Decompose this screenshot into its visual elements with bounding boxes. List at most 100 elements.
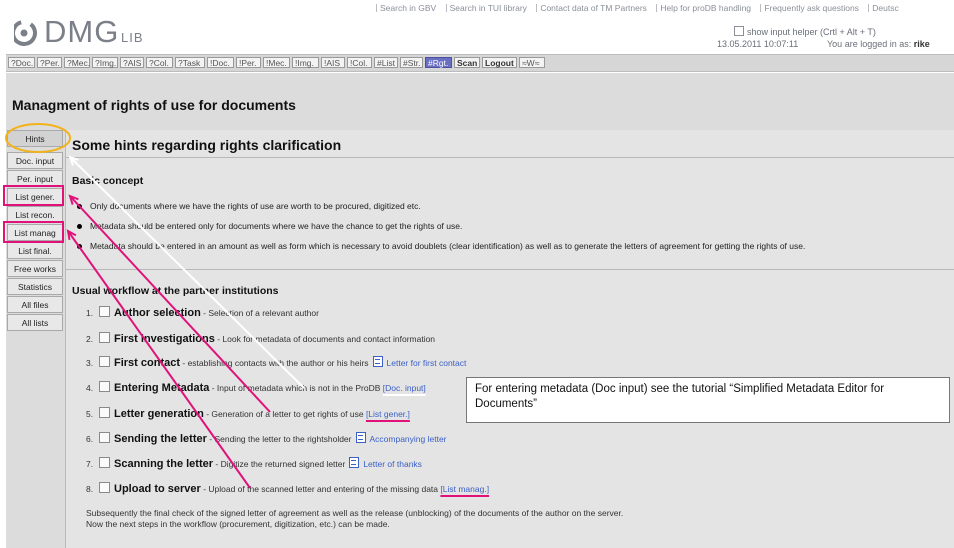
input-helper-label: show input helper (Crtl + Alt + T) [747,27,876,37]
step-number: 3. [86,358,94,368]
toolbar: ?Doc. ?Per. ?Mec. ?Img. ?AIS ?Col. ?Task !Doc.!… [6,54,954,72]
step-checkbox[interactable] [99,381,110,392]
toolbar-button-task[interactable]: ?Task [175,57,205,68]
sidebar-item-listgener[interactable]: List gener. [7,188,63,205]
step-title: Scanning the letter [114,458,214,470]
sidebar-item-listmanag[interactable]: List manag [7,224,63,241]
sidebar-item-hints[interactable]: Hints [7,130,63,147]
link-help[interactable]: Help for proDB handling [656,3,751,13]
toolbar-button-logout[interactable]: Logout [482,57,517,68]
step-checkbox[interactable] [99,482,110,493]
logged-in-user: rike [913,39,930,49]
toolbar-button-doc[interactable]: ?Doc. [8,57,35,68]
sidebar-item-allfiles[interactable]: All files [7,296,63,313]
document-icon[interactable] [349,457,360,468]
toolbar-button-rgt[interactable]: #Rgt. [425,57,452,68]
sidebar-item-listrecon[interactable]: List recon. [7,206,63,223]
sidebar: Hints Doc. input Per. input List gener. List… [7,130,63,342]
step-link[interactable]: Letter of thanks [363,459,422,469]
step-link[interactable]: Accompanying letter [370,434,447,444]
toolbar-button-str[interactable]: #Str. [400,57,423,68]
step-checkbox[interactable] [99,457,110,468]
toolbar-button-doc[interactable]: !Doc. [207,57,234,68]
bullet-item: Only documents where we have the rights … [77,201,421,211]
workflow-step: 2. First investigations - Look for metada… [86,332,435,346]
document-icon[interactable] [372,356,383,367]
toolbar-button-mec[interactable]: !Mec. [263,57,290,68]
step-description: - Upload of the scanned letter and enter… [200,484,439,494]
divider [66,157,954,158]
link-faq[interactable]: Frequently ask questions [760,3,859,13]
toolbar-button-ais[interactable]: ?AIS [120,57,144,68]
step-checkbox[interactable] [99,407,110,418]
step-checkbox[interactable] [99,306,110,317]
workflow-step: 1. Author selection - Selection of a rele… [86,306,319,320]
divider [66,269,954,270]
sidebar-item-freeworks[interactable]: Free works [7,260,63,277]
step-number: 8. [86,484,94,494]
step-link[interactable]: [List gener.] [366,409,410,419]
toolbar-button-img[interactable]: !Img. [292,57,319,68]
step-number: 2. [86,334,94,344]
step-description: - Input of metadata which is not in the … [209,383,381,393]
step-description: - Generation of a letter to get rights o… [203,409,364,419]
logo-subtext: LIB [121,30,144,45]
step-number: 5. [86,409,94,419]
tutorial-callout: For entering metadata (Doc input) see th… [466,377,950,423]
step-description: - Look for metadata of documents and con… [214,334,436,344]
toolbar-button-list[interactable]: #List [374,57,398,68]
sidebar-item-listfinal[interactable]: List final. [7,242,63,259]
step-title: Entering Metadata [114,382,210,394]
bullet-item: Metadata should be entered only for docu… [76,221,463,231]
step-number: 7. [86,459,94,469]
document-icon[interactable] [355,432,366,443]
dmg-lib-logo[interactable]: DMG LIB [11,14,184,52]
workflow-step: 8. Upload to server - Upload of the scann… [86,482,489,496]
sidebar-item-alllists[interactable]: All lists [7,314,63,331]
logged-in-label: You are logged in as: [827,39,912,49]
sidebar-item-statistics[interactable]: Statistics [7,278,63,295]
step-number: 4. [86,383,94,393]
final-text-line: Subsequently the final check of the sign… [86,508,624,518]
toolbar-button-ais[interactable]: !AIS [321,57,345,68]
step-number: 6. [86,434,94,444]
input-helper-toggle[interactable]: show input helper (Crtl + Alt + T) [734,26,876,37]
sidebar-item-perinput[interactable]: Per. input [7,170,63,187]
step-title: Upload to server [114,483,201,495]
workflow-heading: Usual workflow at the partner institutio… [72,285,279,297]
step-link[interactable]: [List manag.] [440,484,489,494]
workflow-step: 4. Entering Metadata - Input of metadata … [86,381,426,395]
sidebar-item-docinput[interactable]: Doc. input [7,152,63,169]
toolbar-button-col[interactable]: !Col. [347,57,372,68]
link-search-tui[interactable]: Search in TUI library [446,3,527,13]
workflow-final-text: Subsequently the final check of the sign… [86,508,623,530]
page-title: Managment of rights of use for documents [12,97,296,113]
toolbar-button-w[interactable]: ≈W≈ [519,57,545,68]
workflow-step: 7. Scanning the letter - Digitize the ret… [86,457,422,471]
workflow-step: 3. First contact - establishing contacts … [86,356,466,370]
link-search-gbv[interactable]: Search in GBV [376,3,436,13]
link-deutsch[interactable]: Deutsc [868,3,898,13]
step-link[interactable]: Letter for first contact [387,358,467,368]
logo-text: DMG [44,14,120,49]
step-title: Sending the letter [114,433,207,445]
step-title: First investigations [114,333,215,345]
workflow-step: 5. Letter generation - Generation of a le… [86,407,410,421]
step-checkbox[interactable] [99,332,110,343]
toolbar-button-col[interactable]: ?Col. [146,57,173,68]
step-checkbox[interactable] [99,432,110,443]
step-checkbox[interactable] [99,356,110,367]
hints-heading: Some hints regarding rights clarificatio… [72,137,342,153]
step-link[interactable]: [Doc. input] [383,383,426,393]
toolbar-button-img[interactable]: ?Img. [92,57,118,68]
step-title: First contact [114,357,181,369]
step-description: - Digitize the returned signed letter [213,459,346,469]
toolbar-button-scan[interactable]: Scan [454,57,480,68]
toolbar-button-per[interactable]: ?Per. [37,57,62,68]
input-helper-checkbox[interactable] [734,26,744,36]
toolbar-button-mec[interactable]: ?Mec. [64,57,90,68]
toolbar-button-per[interactable]: !Per. [236,57,261,68]
step-description: - Sending the letter to the rightsholder [206,434,352,444]
top-links: Search in GBV Search in TUI library Cont… [376,3,954,13]
link-contact-partners[interactable]: Contact data of TM Partners [536,3,647,13]
